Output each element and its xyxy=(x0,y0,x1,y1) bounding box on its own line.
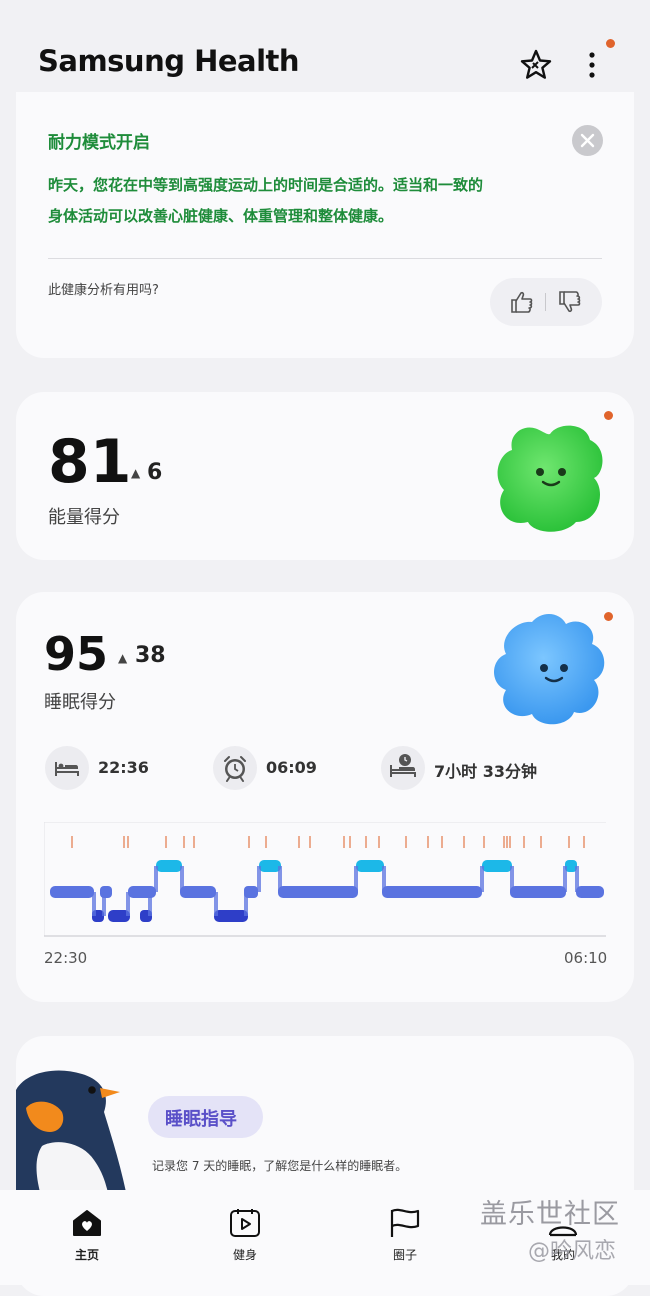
more-options-icon[interactable] xyxy=(580,47,604,83)
notification-dot xyxy=(604,612,613,621)
insight-title: 耐力模式开启 xyxy=(48,133,150,153)
bedtime-value: 22:36 xyxy=(98,758,149,777)
energy-mascot-icon xyxy=(490,418,608,536)
together-flag-icon[interactable] xyxy=(388,1206,422,1240)
sleep-duration-icon xyxy=(381,746,425,790)
coach-title: 睡眠指导 xyxy=(165,1109,237,1130)
nav-together-label[interactable]: 圈子 xyxy=(365,1246,445,1263)
favorite-star-icon[interactable] xyxy=(518,47,554,83)
coach-description: 记录您 7 天的睡眠，了解您是什么样的睡眠者。 xyxy=(152,1159,408,1173)
thumbs-down-icon[interactable] xyxy=(556,288,584,316)
insight-body-line2: 身体活动可以改善心脏健康、体重管理和整体健康。 xyxy=(48,207,394,225)
sleep-score-delta: 38 xyxy=(135,643,166,668)
fitness-play-icon[interactable] xyxy=(228,1206,262,1240)
energy-score-value: 81 xyxy=(48,427,132,497)
energy-score-label: 能量得分 xyxy=(48,507,120,528)
insight-body-line1: 昨天，您花在中等到高强度运动上的时间是合适的。适当和一致的 xyxy=(48,176,484,194)
alarm-clock-icon xyxy=(213,746,257,790)
nav-fitness-label[interactable]: 健身 xyxy=(205,1246,285,1263)
notification-dot xyxy=(606,39,615,48)
chart-start-time: 22:30 xyxy=(44,949,88,967)
feedback-pill xyxy=(490,278,602,326)
app-title: Samsung Health xyxy=(38,44,300,78)
home-icon[interactable] xyxy=(70,1206,104,1240)
sleep-duration-value: 7小时 33分钟 xyxy=(434,762,537,781)
thumbs-up-icon[interactable] xyxy=(508,288,536,316)
up-arrow-icon: ▲ xyxy=(118,651,128,665)
divider xyxy=(48,258,602,259)
sleep-score-value: 95 xyxy=(44,627,109,681)
watermark-handle: @吟风恋 xyxy=(528,1239,617,1264)
sleep-mascot-icon xyxy=(488,610,610,730)
watermark-text: 盖乐世社区 xyxy=(480,1199,620,1230)
feedback-separator xyxy=(545,293,546,311)
close-icon[interactable] xyxy=(572,125,603,156)
sleep-stage-chart xyxy=(43,821,606,940)
notification-dot xyxy=(604,411,613,420)
energy-score-delta: 6 xyxy=(147,460,163,485)
feedback-question: 此健康分析有用吗? xyxy=(48,283,159,298)
insight-body: 昨天，您花在中等到高强度运动上的时间是合适的。适当和一致的 身体活动可以改善心脏… xyxy=(48,170,548,232)
wake-time-value: 06:09 xyxy=(266,758,317,777)
sleep-score-label: 睡眠得分 xyxy=(44,692,116,713)
up-arrow-icon: ▲ xyxy=(131,466,141,480)
chart-end-time: 06:10 xyxy=(564,949,608,967)
nav-home-label[interactable]: 主页 xyxy=(47,1246,127,1263)
bedtime-icon xyxy=(45,746,89,790)
penguin-mascot-icon xyxy=(16,1068,128,1192)
